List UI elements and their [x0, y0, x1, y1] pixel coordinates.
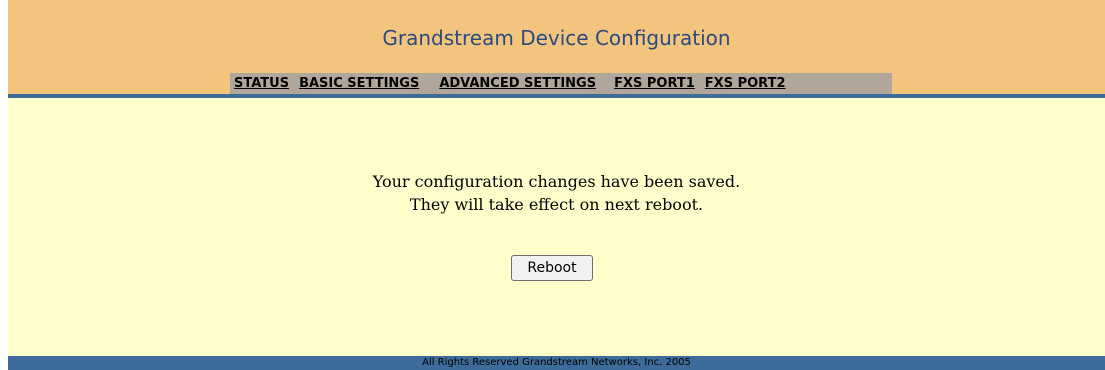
nav-link-advanced-settings[interactable]: ADVANCED SETTINGS — [439, 76, 596, 91]
nav-link-fxs-port1[interactable]: FXS PORT1 — [614, 76, 695, 91]
nav-link-status[interactable]: STATUS — [234, 76, 289, 91]
message-line-saved: Your configuration changes have been sav… — [372, 172, 741, 191]
main-content: Your configuration changes have been sav… — [8, 98, 1105, 356]
save-confirmation-message: Your configuration changes have been sav… — [8, 170, 1105, 216]
nav-link-basic-settings[interactable]: BASIC SETTINGS — [299, 76, 419, 91]
nav-bar: STATUS BASIC SETTINGS ADVANCED SETTINGS … — [230, 73, 892, 94]
message-line-reboot: They will take effect on next reboot. — [409, 195, 704, 214]
header: Grandstream Device Configuration STATUS … — [8, 0, 1105, 94]
reboot-button[interactable]: Reboot — [511, 255, 593, 281]
nav-link-fxs-port2[interactable]: FXS PORT2 — [705, 76, 786, 91]
footer: All Rights Reserved Grandstream Networks… — [8, 356, 1105, 370]
page-title: Grandstream Device Configuration — [382, 26, 731, 50]
page-frame: Grandstream Device Configuration STATUS … — [8, 0, 1105, 370]
footer-copyright: All Rights Reserved Grandstream Networks… — [422, 357, 691, 368]
